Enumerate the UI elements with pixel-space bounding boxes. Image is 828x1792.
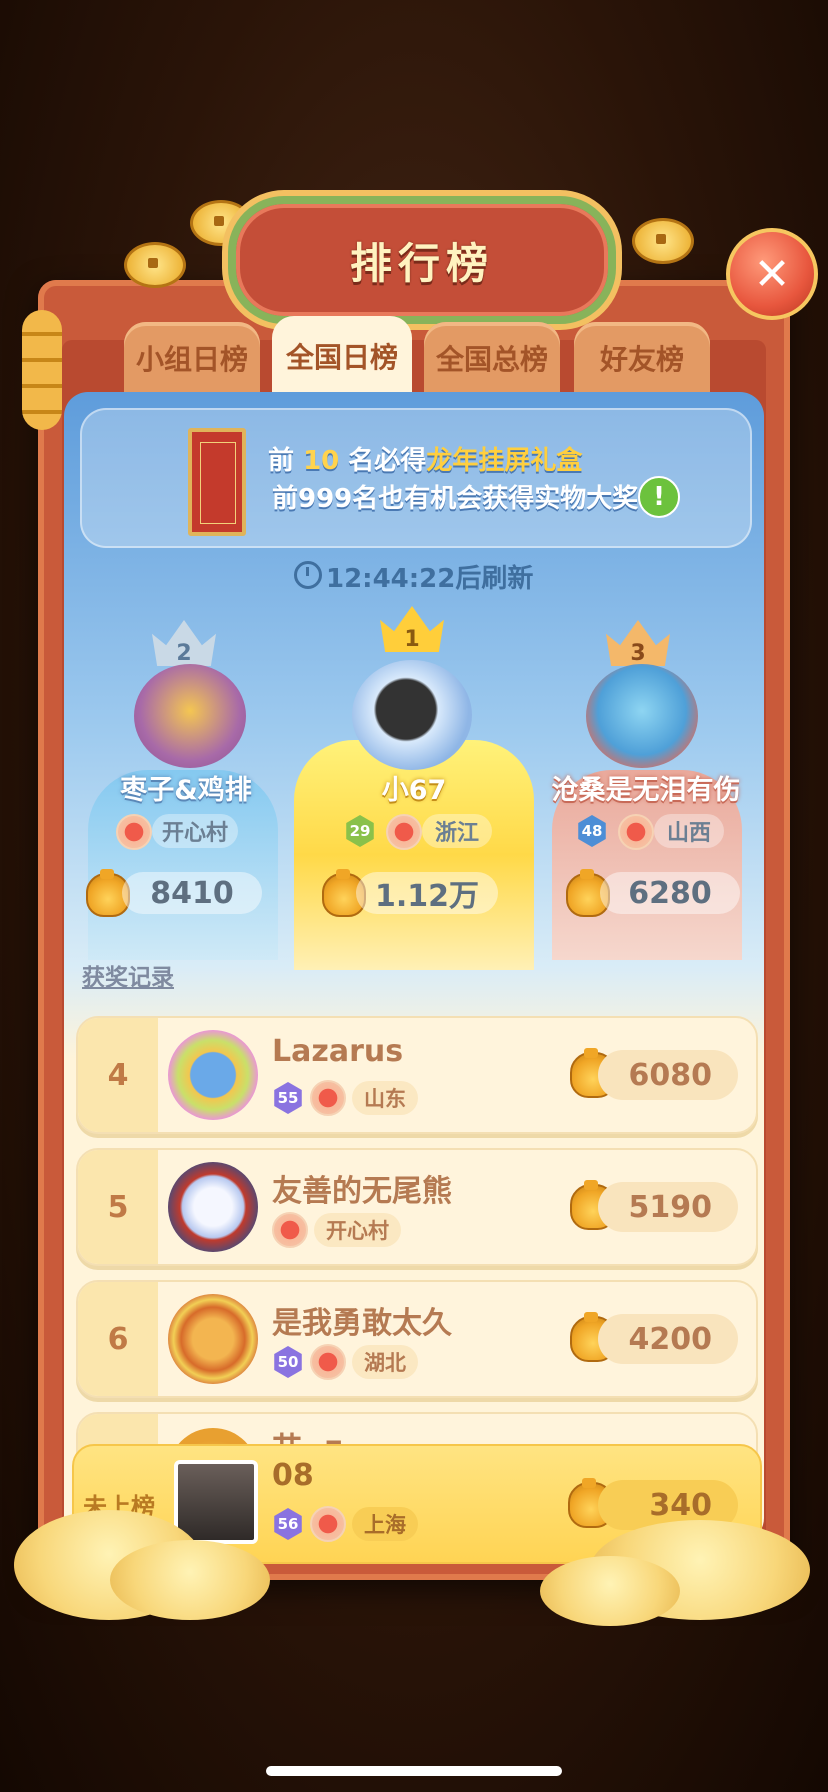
level-number: 29 xyxy=(349,822,371,840)
avatar[interactable] xyxy=(586,664,698,768)
region-badge-icon xyxy=(116,814,152,850)
scroll-prize-icon[interactable] xyxy=(188,428,246,536)
level-number: 48 xyxy=(581,822,603,840)
notice-middle: 名必得 xyxy=(339,446,427,476)
score: 1.12万 xyxy=(356,872,498,914)
avatar[interactable] xyxy=(168,1162,258,1252)
score: 8410 xyxy=(122,872,262,914)
level-badge-icon: 55 xyxy=(274,1082,302,1114)
region-badge-icon xyxy=(618,814,654,850)
rank-number: 1 xyxy=(404,627,420,652)
home-indicator[interactable] xyxy=(266,1766,562,1776)
cloud-decoration xyxy=(110,1540,270,1620)
region-badge-icon xyxy=(310,1080,346,1116)
region-label: 山东 xyxy=(352,1081,418,1115)
title-plaque: 排行榜 xyxy=(228,196,616,324)
notice-prize: 龙年挂屏礼盒 xyxy=(426,446,583,476)
rank-number: 3 xyxy=(630,641,646,666)
player-name: 小67 xyxy=(381,775,447,806)
score: 6280 xyxy=(600,872,740,914)
score: 4200 xyxy=(598,1314,738,1364)
tab-label: 小组日榜 xyxy=(135,343,248,376)
page-title: 排行榜 xyxy=(349,238,494,288)
player-name: 是我勇敢太久 xyxy=(272,1306,452,1341)
region-label: 开心村 xyxy=(314,1213,401,1247)
table-row[interactable]: 5 友善的无尾熊 开心村 5190 xyxy=(76,1148,758,1266)
player-tags: 56 上海 xyxy=(272,1506,418,1542)
coin-decoration xyxy=(632,218,694,264)
notice-number: 10 xyxy=(303,446,340,476)
player-name: 沧桑是无泪有伤 xyxy=(551,775,741,806)
avatar[interactable] xyxy=(168,1030,258,1120)
region-label: 浙江 xyxy=(422,814,492,848)
cloud-decoration xyxy=(540,1556,680,1626)
awards-history-link[interactable]: 获奖记录 xyxy=(82,958,174,992)
table-row[interactable]: 4 Lazarus 55 山东 6080 xyxy=(76,1016,758,1134)
tab-label: 全国日榜 xyxy=(285,341,398,374)
rank-number: 4 xyxy=(78,1018,158,1132)
avatar[interactable] xyxy=(174,1460,258,1544)
level-number: 50 xyxy=(277,1353,299,1371)
rank-number: 5 xyxy=(78,1150,158,1264)
rank-number: 6 xyxy=(78,1282,158,1396)
region-label: 开心村 xyxy=(152,814,238,848)
player-name: 友善的无尾熊 xyxy=(272,1174,452,1209)
region-label: 上海 xyxy=(352,1507,418,1541)
tab-group-daily[interactable]: 小组日榜 xyxy=(124,322,260,394)
tab-friends[interactable]: 好友榜 xyxy=(574,322,710,394)
region-badge-icon xyxy=(310,1506,346,1542)
coin-decoration xyxy=(124,242,186,288)
avatar[interactable] xyxy=(134,664,246,768)
notice-line-1: 前 10 名必得龙年挂屏礼盒 xyxy=(268,440,582,477)
level-number: 56 xyxy=(277,1515,299,1533)
player-name: 08 xyxy=(272,1458,314,1493)
avatar[interactable] xyxy=(168,1294,258,1384)
level-badge-icon: 56 xyxy=(274,1508,302,1540)
region-label: 山西 xyxy=(654,814,724,848)
level-badge-icon: 50 xyxy=(274,1346,302,1378)
close-icon: ✕ xyxy=(753,248,791,300)
region-badge-icon xyxy=(310,1344,346,1380)
table-row[interactable]: 6 是我勇敢太久 50 湖北 4200 xyxy=(76,1280,758,1398)
info-icon[interactable]: ! xyxy=(638,476,680,518)
rank-number: 2 xyxy=(176,641,192,666)
region-badge-icon xyxy=(272,1212,308,1248)
avatar[interactable] xyxy=(352,660,472,770)
tab-national-daily[interactable]: 全国日榜 xyxy=(272,316,412,396)
player-name: 枣子&鸡排 xyxy=(120,775,252,806)
player-tags: 55 山东 xyxy=(272,1080,418,1116)
notice-line-2: 前999名也有机会获得实物大奖 xyxy=(272,484,639,514)
region-label: 湖北 xyxy=(352,1345,418,1379)
score: 5190 xyxy=(598,1182,738,1232)
score: 6080 xyxy=(598,1050,738,1100)
tab-label: 好友榜 xyxy=(599,343,684,376)
clock-icon xyxy=(294,561,322,589)
close-button[interactable]: ✕ xyxy=(726,228,818,320)
player-tags: 开心村 xyxy=(272,1212,401,1248)
notice-prefix: 前 xyxy=(268,446,304,476)
coin-string-decoration xyxy=(22,310,62,430)
level-number: 55 xyxy=(277,1089,299,1107)
tab-national-total[interactable]: 全国总榜 xyxy=(424,322,560,394)
player-tags: 50 湖北 xyxy=(272,1344,418,1380)
tab-label: 全国总榜 xyxy=(435,343,548,376)
region-badge-icon xyxy=(386,814,422,850)
info-icon-glyph: ! xyxy=(653,482,665,512)
player-name: Lazarus xyxy=(272,1034,404,1069)
refresh-timer: 12:44:22后刷新 xyxy=(326,564,534,594)
